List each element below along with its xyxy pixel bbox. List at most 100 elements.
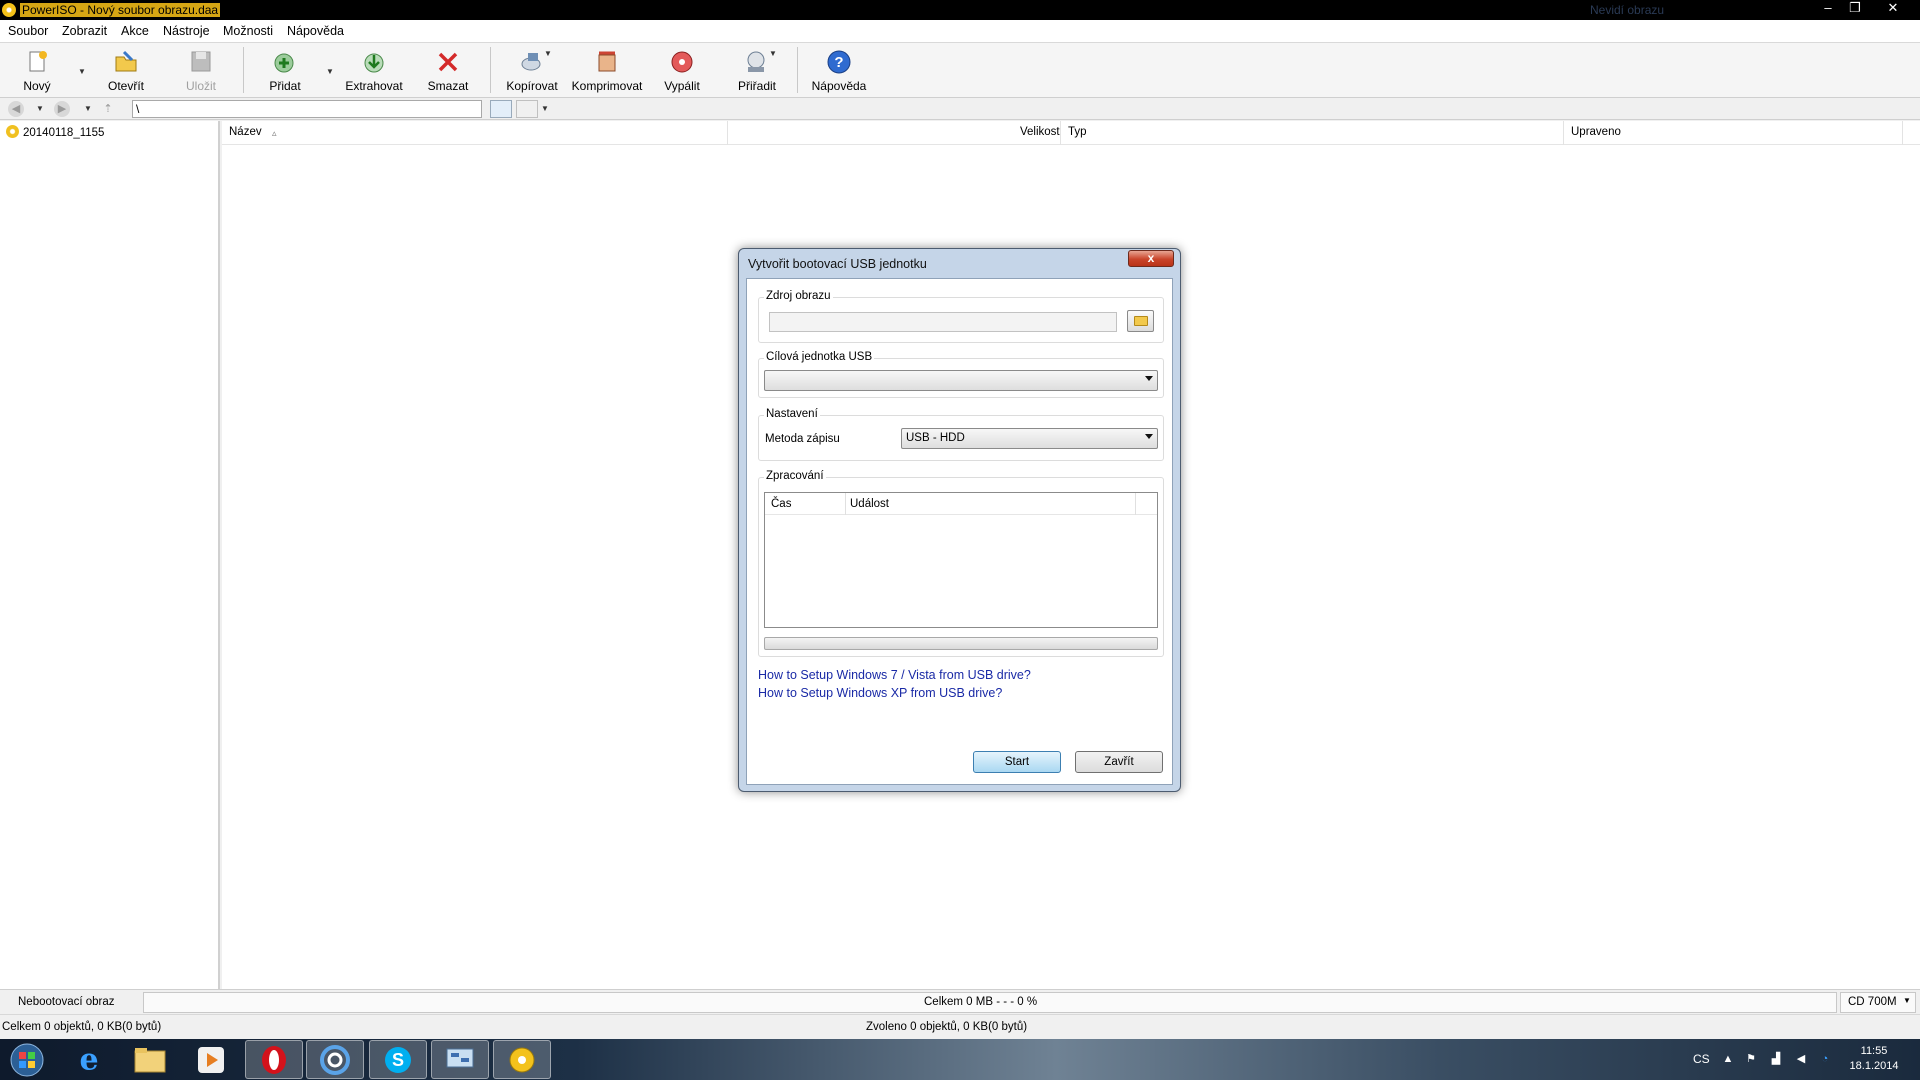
ccleaner-icon [320, 1044, 350, 1075]
back-icon[interactable]: ◀ [8, 101, 24, 117]
forward-icon[interactable]: ▶ [54, 101, 70, 117]
add-dropdown-icon[interactable]: ▼ [326, 67, 334, 76]
mount-button[interactable]: Přiřadit [725, 47, 789, 95]
path-input[interactable] [132, 100, 482, 118]
column-event[interactable]: Událost [850, 498, 889, 510]
taskbar-opera[interactable] [245, 1040, 303, 1079]
menu-bar: Soubor Zobrazit Akce Nástroje Možnosti N… [0, 20, 1920, 43]
menu-napoveda[interactable]: Nápověda [287, 24, 344, 38]
save-disk-icon [191, 51, 211, 72]
objects-selected: Zvoleno 0 objektů, 0 KB(0 bytů) [866, 1021, 1028, 1033]
taskbar-media-player[interactable] [182, 1040, 240, 1079]
column-size[interactable]: Velikost [1020, 126, 1060, 138]
volume-speaker-icon[interactable]: ◀ [1795, 1053, 1807, 1065]
forward-history-icon[interactable]: ▼ [84, 104, 92, 113]
status-bar-objects: Celkem 0 objektů, 0 KB(0 bytů) Zvoleno 0… [0, 1014, 1920, 1039]
column-separator [1135, 493, 1136, 515]
objects-total: Celkem 0 objektů, 0 KB(0 bytů) [2, 1021, 162, 1033]
media-dropdown-icon[interactable]: ▼ [1903, 996, 1911, 1005]
settings-group: Nastavení Metoda zápisu USB - HDD [758, 408, 1164, 461]
progress-bar [764, 637, 1158, 650]
chevron-down-icon [1145, 434, 1153, 439]
network-signal-icon[interactable]: ▟ [1770, 1053, 1782, 1065]
write-method-label: Metoda zápisu [765, 433, 840, 445]
column-type[interactable]: Typ [1068, 126, 1087, 138]
extract-button[interactable]: Extrahovat [342, 47, 406, 95]
taskbar-ccleaner[interactable] [306, 1040, 364, 1079]
up-folder-icon[interactable]: ⇡ [100, 101, 116, 117]
delete-button[interactable]: Smazat [416, 47, 480, 95]
media-size-value: CD 700M [1848, 996, 1897, 1008]
restore-button[interactable]: ❐ [1842, 0, 1868, 18]
write-method-select[interactable]: USB - HDD [901, 428, 1158, 449]
view-dropdown-icon[interactable]: ▼ [541, 104, 549, 113]
browse-source-button[interactable] [1127, 310, 1154, 332]
copy-button[interactable]: Kopírovat [500, 47, 564, 95]
menu-nastroje[interactable]: Nástroje [163, 24, 210, 38]
taskbar-control-panel[interactable] [431, 1040, 489, 1079]
poweriso-app-icon [2, 3, 16, 17]
column-separator [1902, 121, 1903, 145]
burn-button[interactable]: Vypálit [650, 47, 714, 95]
target-group: Cílová jednotka USB [758, 351, 1164, 398]
new-button[interactable]: Nový [5, 47, 69, 95]
sort-ascending-icon: ▵ [272, 128, 277, 138]
tree-root-node[interactable]: 20140118_1155 [6, 125, 104, 139]
toolbar: Nový ▼ Otevřít Uložit Přidat ▼ Extrahova… [0, 43, 1920, 98]
column-time[interactable]: Čas [771, 498, 791, 510]
processing-group-label: Zpracování [764, 470, 826, 482]
copy-dropdown-icon[interactable]: ▼ [544, 49, 552, 58]
taskbar-internet-explorer[interactable]: e [60, 1040, 118, 1079]
ccleaner-tray-icon[interactable]: ◔ [1819, 1053, 1831, 1065]
column-modified[interactable]: Upraveno [1571, 126, 1621, 138]
source-path-field[interactable] [769, 312, 1117, 332]
taskbar-skype[interactable]: S [369, 1040, 427, 1079]
taskbar-explorer[interactable] [121, 1040, 179, 1079]
compress-button[interactable]: Komprimovat [572, 47, 642, 95]
close-window-button[interactable]: ✕ [1880, 0, 1906, 18]
add-button[interactable]: Přidat [253, 47, 317, 95]
window-title: PowerISO - Nový soubor obrazu.daa [20, 3, 221, 17]
tray-expand-icon[interactable]: ▲ [1722, 1053, 1734, 1065]
help-button[interactable]: ? Nápověda [807, 47, 871, 95]
compress-icon [598, 51, 616, 72]
link-windows7-usb[interactable]: How to Setup Windows 7 / Vista from USB … [758, 668, 1031, 682]
new-dropdown-icon[interactable]: ▼ [78, 67, 86, 76]
taskbar-poweriso[interactable] [493, 1040, 551, 1079]
menu-moznosti[interactable]: Možnosti [223, 24, 273, 38]
link-windowsxp-usb[interactable]: How to Setup Windows XP from USB drive? [758, 686, 1002, 700]
open-button[interactable]: Otevřít [94, 47, 158, 95]
start-button[interactable] [0, 1040, 54, 1079]
source-group: Zdroj obrazu [758, 290, 1164, 343]
taskbar: e S CS ▲ ⚑ ▟ ◀ ◔ 11:55 18.1.2014 [0, 1039, 1920, 1080]
mount-drive-icon [747, 51, 765, 72]
save-button[interactable]: Uložit [169, 47, 233, 95]
menu-soubor[interactable]: Soubor [8, 24, 48, 38]
minimize-button[interactable]: – [1815, 0, 1841, 18]
total-size: Celkem 0 MB - - - 0 % [924, 996, 1038, 1008]
list-view-icon[interactable] [516, 100, 538, 118]
menu-zobrazit[interactable]: Zobrazit [62, 24, 107, 38]
open-folder-icon [115, 50, 137, 72]
folder-view-icon[interactable] [490, 100, 512, 118]
column-separator [727, 121, 728, 145]
close-button[interactable]: Zavřít [1075, 751, 1163, 773]
settings-group-label: Nastavení [764, 408, 820, 420]
start-button[interactable]: Start [973, 751, 1061, 773]
action-center-flag-icon[interactable]: ⚑ [1745, 1053, 1757, 1065]
column-separator [845, 493, 846, 515]
usb-drive-select[interactable] [764, 370, 1158, 391]
dialog-close-button[interactable]: x [1128, 250, 1174, 267]
opera-icon [262, 1045, 286, 1074]
menu-akce[interactable]: Akce [121, 24, 149, 38]
event-log-list[interactable]: Čas Událost [764, 492, 1158, 628]
status-bar-main: Nebootovací obraz Celkem 0 MB - - - 0 % … [0, 989, 1920, 1014]
mount-dropdown-icon[interactable]: ▼ [769, 49, 777, 58]
new-file-icon [29, 51, 47, 72]
clock[interactable]: 11:55 18.1.2014 [1846, 1044, 1902, 1074]
language-indicator[interactable]: CS [1693, 1052, 1710, 1066]
column-name[interactable]: Název [229, 126, 262, 138]
dialog-body: Zdroj obrazu Cílová jednotka USB Nastave… [746, 278, 1173, 785]
disc-image-icon [6, 125, 19, 138]
back-history-icon[interactable]: ▼ [36, 104, 44, 113]
